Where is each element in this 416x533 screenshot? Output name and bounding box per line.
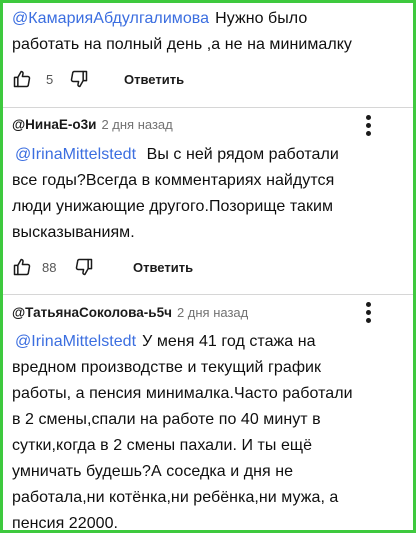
comment-header: @ТатьянаСоколова-ь5ч 2 дня назад: [12, 305, 248, 320]
comment-actions: 88: [12, 256, 94, 278]
mention-link[interactable]: @IrinaMittelstedt: [12, 146, 142, 163]
comment-text-line: люди унижающие другого.Позорище таким: [12, 198, 334, 215]
comment-text-first: Нужно было: [215, 10, 308, 27]
mention-link[interactable]: @IrinaMittelstedt: [12, 333, 142, 350]
comment-text-line: умничать будешь?А соседка и дня не: [12, 463, 294, 480]
comment-text-line: работать на полный день ,а не на минимал…: [12, 36, 352, 53]
comment-text-line: высказываниям.: [12, 224, 135, 241]
comment-text: @IrinaMittelstedt Вы с ней рядом работал…: [12, 142, 407, 246]
thumb-down-icon[interactable]: [69, 69, 89, 89]
comment-text-line: работала,ни котёнка,ни ребёнка,ни мужа, …: [12, 489, 339, 506]
comment-text-line: пенсия 22000.: [12, 515, 119, 532]
comment-date: 2 дня назад: [101, 117, 173, 132]
like-count: 88: [42, 259, 57, 275]
comment-text: @КамарияАбдулгалимова Нужно было работать…: [12, 6, 407, 58]
thumb-down-icon[interactable]: [74, 257, 94, 277]
comment-author[interactable]: @ТатьянаСоколова-ь5ч: [12, 305, 172, 320]
comment-text-line: сутки,когда в 2 смены пахали. И ты ещё: [12, 437, 313, 454]
mention-link[interactable]: @КамарияАбдулгалимова: [12, 10, 215, 27]
thumb-up-icon[interactable]: [12, 257, 32, 277]
reply-button[interactable]: Ответить: [133, 260, 193, 275]
comment-text-line: вредном производстве и текущий график: [12, 359, 322, 376]
comment-text-line: все годы?Всегда в комментариях найдутся: [12, 172, 335, 189]
comment-actions: 5: [12, 68, 89, 90]
divider: [3, 294, 413, 295]
comment-text: @IrinaMittelstedt У меня 41 год стажа на …: [12, 329, 410, 533]
more-vert-icon[interactable]: [365, 115, 371, 137]
divider: [3, 107, 413, 108]
like-count: 5: [46, 71, 54, 87]
more-vert-icon[interactable]: [365, 302, 371, 324]
comment-text-first: Вы с ней рядом работали: [146, 146, 339, 163]
reply-button[interactable]: Ответить: [124, 72, 184, 87]
comment-text-first: У меня 41 год стажа на: [142, 333, 316, 350]
thumb-up-icon[interactable]: [12, 69, 32, 89]
comment-date: 2 дня назад: [176, 305, 249, 320]
comment-header: @НинаЕ-о3и 2 дня назад: [12, 117, 173, 132]
comment-text-line: работы, а пенсия минималка.Часто работал…: [12, 385, 353, 402]
comment-author[interactable]: @НинаЕ-о3и: [12, 117, 96, 132]
comment-text-line: в 2 смены,спали на работе по 40 минут в: [12, 411, 321, 428]
